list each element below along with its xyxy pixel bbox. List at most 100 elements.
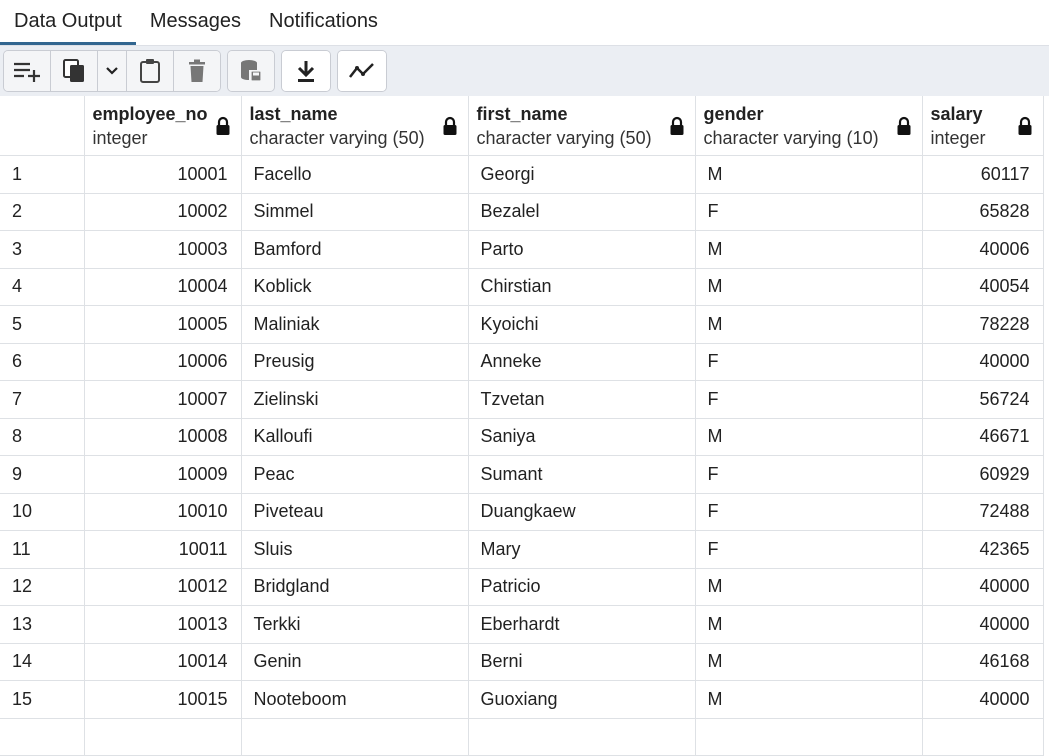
cell-employee-no[interactable]: 10001 [84,155,242,194]
cell-first-name[interactable]: Duangkaew [468,493,696,531]
cell-salary[interactable]: 60929 [922,455,1044,494]
cell-gender[interactable]: M [695,643,923,681]
cell-employee-no[interactable]: 10008 [84,418,242,456]
cell-last-name[interactable]: Koblick [241,268,469,306]
cell-last-name[interactable]: Bamford [241,230,469,269]
cell-salary[interactable]: 46168 [922,643,1044,681]
row-number[interactable]: 9 [0,455,85,494]
cell-salary[interactable] [922,718,1044,756]
save-data-button[interactable] [228,51,274,91]
cell-gender[interactable]: F [695,455,923,494]
table-row[interactable]: 15 10015 Nooteboom Guoxiang M 40000 [0,680,1044,719]
row-number[interactable]: 4 [0,268,85,306]
cell-employee-no[interactable]: 10005 [84,305,242,344]
cell-salary[interactable]: 60117 [922,155,1044,194]
cell-employee-no[interactable]: 10006 [84,343,242,381]
tab-messages[interactable]: Messages [136,0,255,43]
cell-last-name[interactable]: Kalloufi [241,418,469,456]
table-row[interactable]: 7 10007 Zielinski Tzvetan F 56724 [0,380,1044,419]
cell-gender[interactable]: M [695,680,923,719]
cell-salary[interactable]: 40000 [922,568,1044,606]
table-row[interactable]: 10 10010 Piveteau Duangkaew F 72488 [0,493,1044,531]
graph-visualiser-button[interactable] [338,51,386,91]
cell-gender[interactable]: M [695,568,923,606]
delete-button[interactable] [174,51,220,91]
cell-last-name[interactable]: Genin [241,643,469,681]
cell-last-name[interactable]: Simmel [241,193,469,231]
corner-cell[interactable] [0,96,85,156]
row-number[interactable] [0,718,85,756]
row-number[interactable]: 10 [0,493,85,531]
copy-button[interactable] [51,51,98,91]
cell-salary[interactable]: 40006 [922,230,1044,269]
row-number[interactable]: 11 [0,530,85,569]
cell-last-name[interactable]: Preusig [241,343,469,381]
table-row[interactable]: 5 10005 Maliniak Kyoichi M 78228 [0,305,1044,344]
table-row[interactable]: 6 10006 Preusig Anneke F 40000 [0,343,1044,381]
tab-data-output[interactable]: Data Output [0,0,136,45]
copy-options-dropdown[interactable] [98,51,127,91]
cell-first-name[interactable]: Guoxiang [468,680,696,719]
cell-salary[interactable]: 42365 [922,530,1044,569]
cell-last-name[interactable]: Terkki [241,605,469,644]
row-number[interactable]: 12 [0,568,85,606]
tab-notifications[interactable]: Notifications [255,0,392,43]
table-row[interactable]: 1 10001 Facello Georgi M 60117 [0,155,1044,194]
cell-employee-no[interactable]: 10015 [84,680,242,719]
cell-salary[interactable]: 40000 [922,680,1044,719]
cell-last-name[interactable]: Facello [241,155,469,194]
column-header-employee-no[interactable]: employee_no integer [84,96,242,156]
cell-gender[interactable]: F [695,530,923,569]
cell-salary[interactable]: 65828 [922,193,1044,231]
row-number[interactable]: 8 [0,418,85,456]
cell-employee-no[interactable]: 10004 [84,268,242,306]
cell-salary[interactable]: 46671 [922,418,1044,456]
cell-first-name[interactable]: Kyoichi [468,305,696,344]
row-number[interactable]: 15 [0,680,85,719]
cell-gender[interactable]: M [695,605,923,644]
cell-gender[interactable]: M [695,305,923,344]
cell-employee-no[interactable] [84,718,242,756]
download-button[interactable] [282,51,330,91]
cell-employee-no[interactable]: 10013 [84,605,242,644]
cell-first-name[interactable]: Tzvetan [468,380,696,419]
row-number[interactable]: 5 [0,305,85,344]
table-row[interactable] [0,718,1044,756]
cell-employee-no[interactable]: 10009 [84,455,242,494]
cell-employee-no[interactable]: 10014 [84,643,242,681]
cell-first-name[interactable]: Mary [468,530,696,569]
cell-salary[interactable]: 72488 [922,493,1044,531]
row-number[interactable]: 1 [0,155,85,194]
cell-first-name[interactable]: Bezalel [468,193,696,231]
table-row[interactable]: 14 10014 Genin Berni M 46168 [0,643,1044,681]
cell-first-name[interactable]: Patricio [468,568,696,606]
cell-salary[interactable]: 56724 [922,380,1044,419]
column-header-gender[interactable]: gender character varying (10) [695,96,923,156]
cell-salary[interactable]: 78228 [922,305,1044,344]
table-row[interactable]: 11 10011 Sluis Mary F 42365 [0,530,1044,569]
cell-last-name[interactable]: Maliniak [241,305,469,344]
cell-salary[interactable]: 40054 [922,268,1044,306]
row-number[interactable]: 7 [0,380,85,419]
cell-first-name[interactable]: Berni [468,643,696,681]
cell-gender[interactable] [695,718,923,756]
cell-gender[interactable]: M [695,268,923,306]
row-number[interactable]: 3 [0,230,85,269]
table-row[interactable]: 8 10008 Kalloufi Saniya M 46671 [0,418,1044,456]
cell-employee-no[interactable]: 10011 [84,530,242,569]
row-number[interactable]: 2 [0,193,85,231]
table-row[interactable]: 3 10003 Bamford Parto M 40006 [0,230,1044,269]
cell-last-name[interactable]: Sluis [241,530,469,569]
row-number[interactable]: 13 [0,605,85,644]
cell-first-name[interactable] [468,718,696,756]
cell-first-name[interactable]: Parto [468,230,696,269]
cell-gender[interactable]: F [695,343,923,381]
cell-last-name[interactable]: Zielinski [241,380,469,419]
row-number[interactable]: 14 [0,643,85,681]
cell-gender[interactable]: M [695,418,923,456]
cell-first-name[interactable]: Sumant [468,455,696,494]
table-row[interactable]: 13 10013 Terkki Eberhardt M 40000 [0,605,1044,644]
cell-gender[interactable]: F [695,493,923,531]
cell-employee-no[interactable]: 10010 [84,493,242,531]
cell-employee-no[interactable]: 10007 [84,380,242,419]
